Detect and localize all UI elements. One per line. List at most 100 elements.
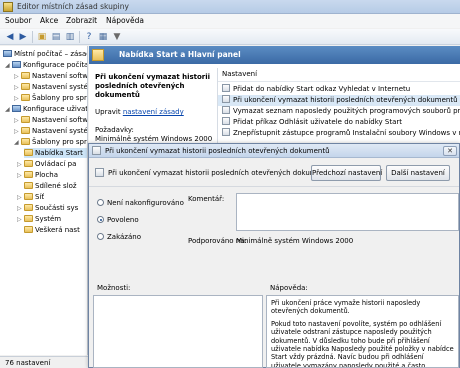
user-icon <box>12 105 21 112</box>
policy-editor-icon <box>3 2 13 12</box>
tree-item-user-admin-templates[interactable]: ◢ Šablony pro sprá <box>14 137 87 148</box>
menu-soubor[interactable]: Soubor <box>5 16 32 25</box>
menu-napoveda[interactable]: Nápověda <box>106 16 144 25</box>
list-item[interactable]: Vymazat seznam naposledy použitých progr… <box>218 106 460 117</box>
computer-icon <box>3 50 12 57</box>
forward-arrow-icon[interactable]: ▶ <box>17 31 29 43</box>
folder-icon <box>24 204 33 211</box>
tree-item-windows-components[interactable]: ▷ Součásti sys <box>17 203 78 213</box>
comment-input[interactable] <box>236 193 459 231</box>
policy-setting-icon <box>222 117 230 125</box>
radio-button[interactable] <box>97 199 104 206</box>
list-item[interactable]: Přidat do nabídky Start odkaz Vyhledat v… <box>218 84 460 95</box>
tree-item-user-software-settings[interactable]: ▷ Nastavení softwa <box>14 115 87 126</box>
toolbar-separator <box>32 31 33 43</box>
dialog-body: Není nakonfigurováno Povoleno Zakázáno K… <box>89 188 459 368</box>
menu-bar: Soubor Akce Zobrazit Nápověda <box>0 14 460 28</box>
help-paragraph: Pokud toto nastavení povolíte, systém po… <box>271 319 454 368</box>
expand-arrow-icon[interactable]: ▷ <box>14 116 21 126</box>
tree-item-network[interactable]: ▷ Síť <box>17 192 44 202</box>
next-setting-button[interactable]: Další nastavení <box>386 165 450 181</box>
folder-icon <box>92 49 104 61</box>
radio-button[interactable] <box>97 233 104 240</box>
edit-policy-link[interactable]: nastavení zásady <box>123 108 184 116</box>
comment-label: Komentář: <box>188 195 225 203</box>
tree-item-control-panel[interactable]: ▷ Ovládací pa <box>17 159 76 169</box>
edit-policy-line: Upravit nastavení zásady <box>95 108 184 116</box>
tree-item-start-menu[interactable]: Nabídka Start <box>24 148 87 158</box>
options-panel <box>93 295 263 368</box>
tree-item-system-settings[interactable]: ▷Nastavení systém <box>14 82 87 93</box>
folder-icon <box>21 94 30 101</box>
policy-setting-icon <box>222 128 230 136</box>
tree-item-all-settings[interactable]: Veškerá nast <box>24 225 80 235</box>
up-folder-icon[interactable]: ▣ <box>36 31 48 43</box>
tree-item-software-settings[interactable]: ▷ Nastavení softwa <box>14 71 87 82</box>
tree-item-local-computer-policy[interactable]: Místní počítač – zásady <box>3 49 87 59</box>
export-list-icon[interactable]: ▥ <box>64 31 76 43</box>
supported-on-value: Minimálně systém Windows 2000 <box>236 237 354 245</box>
tree-item-admin-templates[interactable]: ▷ Šablony pro sprá <box>14 93 87 104</box>
radio-button-selected[interactable] <box>97 216 104 223</box>
folder-icon <box>24 182 33 189</box>
help-text-panel[interactable]: Při ukončení práce vymaže historii napos… <box>266 295 459 368</box>
help-paragraph: Při ukončení práce vymaže historii napos… <box>271 299 421 316</box>
expand-arrow-icon[interactable]: ▷ <box>17 160 24 170</box>
close-icon[interactable]: ✕ <box>443 146 457 156</box>
expand-arrow-icon[interactable]: ◢ <box>5 61 12 71</box>
menu-zobrazit[interactable]: Zobrazit <box>66 16 97 25</box>
tree-item-computer-configuration[interactable]: ◢Konfigurace počítače <box>5 60 87 71</box>
column-header-settings[interactable]: Nastavení <box>218 70 460 82</box>
navigation-tree: Místní počítač – zásady ◢ Konfigurace poč… <box>0 46 88 355</box>
radio-disabled[interactable]: Zakázáno <box>97 232 141 242</box>
tree-item-user-configuration[interactable]: ◢Konfigurace uživatele <box>5 104 87 115</box>
expand-arrow-icon[interactable]: ▷ <box>17 204 24 214</box>
filter-icon[interactable]: ▼ <box>111 31 123 43</box>
folder-icon <box>21 127 30 134</box>
radio-not-configured[interactable]: Není nakonfigurováno <box>97 198 184 208</box>
expand-arrow-icon[interactable]: ▷ <box>17 215 24 225</box>
properties-icon[interactable]: ▦ <box>97 31 109 43</box>
list-item-selected[interactable]: Při ukončení vymazat historii posledních… <box>218 95 460 106</box>
radio-enabled[interactable]: Povoleno <box>97 215 139 225</box>
policy-setting-icon <box>222 84 230 92</box>
dialog-title-bar: Při ukončení vymazat historii posledních… <box>89 144 459 158</box>
folder-icon <box>21 83 30 90</box>
toolbar-separator <box>79 31 80 43</box>
expand-arrow-icon[interactable]: ▷ <box>17 193 24 203</box>
editor-title-bar: Editor místních zásad skupiny <box>0 0 460 14</box>
menu-akce[interactable]: Akce <box>40 16 58 25</box>
expand-arrow-icon[interactable]: ▷ <box>14 83 21 93</box>
folder-icon <box>21 116 30 123</box>
show-hide-tree-icon[interactable]: ▤ <box>50 31 62 43</box>
expand-arrow-icon[interactable]: ◢ <box>14 138 21 148</box>
tree-item-user-system-settings[interactable]: ▷Nastavení systém <box>14 126 87 137</box>
tree-item-desktop[interactable]: ▷ Plocha <box>17 170 58 180</box>
pane-header: Nabídka Start a Hlavní panel <box>89 46 460 64</box>
folder-icon <box>24 226 33 233</box>
folder-icon <box>24 193 33 200</box>
tree-item-system[interactable]: ▷ Systém <box>17 214 61 224</box>
pane-header-title: Nabídka Start a Hlavní panel <box>119 50 241 59</box>
dialog-title: Při ukončení vymazat historii posledních… <box>105 147 330 155</box>
folder-icon <box>21 138 30 145</box>
expand-arrow-icon[interactable]: ▷ <box>14 127 21 137</box>
list-item[interactable]: Přidat příkaz Odhlásit uživatele do nabí… <box>218 117 460 128</box>
expand-arrow-icon[interactable]: ▷ <box>17 171 24 181</box>
policy-setting-icon <box>95 168 104 177</box>
requirements-label: Požadavky: <box>95 126 134 134</box>
previous-setting-button[interactable]: Předchozí nastavení <box>311 165 382 181</box>
computer-icon <box>12 61 21 68</box>
toolbar: ◀ ▶ ▣ ▤ ▥ ? ▦ ▼ <box>0 29 460 45</box>
policy-setting-icon <box>92 146 101 155</box>
expand-arrow-icon[interactable]: ▷ <box>14 94 21 104</box>
expand-arrow-icon[interactable]: ▷ <box>14 72 21 82</box>
tree-item-shared-folders[interactable]: Sdílené slož <box>24 181 77 191</box>
editor-title: Editor místních zásad skupiny <box>17 2 129 11</box>
folder-icon <box>24 160 33 167</box>
back-arrow-icon[interactable]: ◀ <box>4 31 16 43</box>
list-item[interactable]: Znepřístupnit zástupce programů Instalač… <box>218 128 460 139</box>
help-icon[interactable]: ? <box>83 31 95 43</box>
expand-arrow-icon[interactable]: ◢ <box>5 105 12 115</box>
policy-setting-icon <box>222 95 230 103</box>
